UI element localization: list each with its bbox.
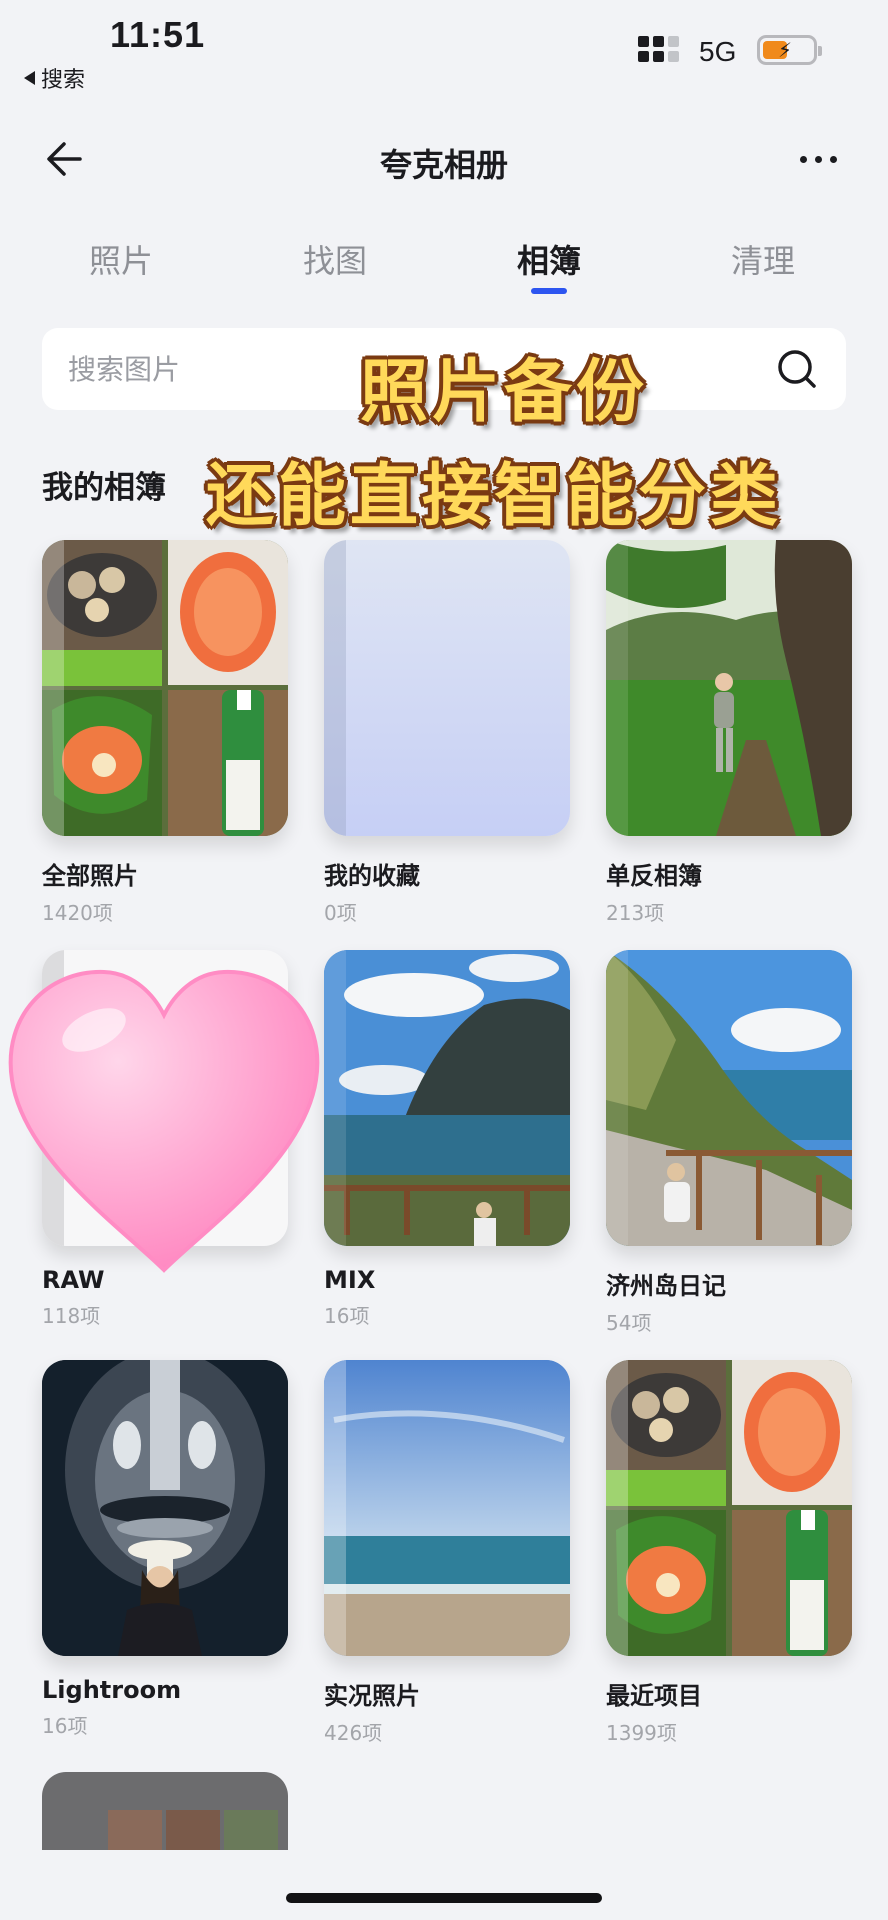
album-cover — [324, 540, 570, 836]
album-name: 最近项目 — [606, 1682, 702, 1710]
section-title: 我的相簿 — [42, 470, 166, 506]
album-jeju-diary[interactable]: 济州岛日记 54项 — [606, 950, 852, 1336]
tab-find[interactable]: 找图 — [228, 236, 442, 282]
album-count: 16项 — [42, 1714, 88, 1738]
album-name: 单反相簿 — [606, 862, 702, 890]
more-options-icon[interactable] — [800, 156, 837, 163]
album-cover — [324, 950, 570, 1246]
album-cover — [324, 1360, 570, 1656]
tab-photos[interactable]: 照片 — [14, 236, 228, 282]
album-cover — [606, 540, 852, 836]
tab-bar: 照片 找图 相簿 清理 — [0, 236, 888, 294]
overlay-caption-line1: 照片备份 — [360, 353, 649, 432]
album-name: 实况照片 — [324, 1682, 420, 1710]
album-mix[interactable]: MIX 16项 — [324, 950, 570, 1329]
album-cover — [42, 1360, 288, 1656]
heart-sticker-icon — [8, 969, 320, 1273]
home-indicator[interactable] — [286, 1893, 602, 1903]
tab-cleanup[interactable]: 清理 — [656, 236, 870, 282]
album-count: 1420项 — [42, 901, 113, 925]
search-icon[interactable] — [776, 348, 818, 390]
album-cover — [42, 540, 288, 836]
album-lightroom[interactable]: Lightroom 16项 — [42, 1360, 288, 1739]
back-to-app-link[interactable]: 搜索 — [24, 62, 85, 94]
album-count: 1399项 — [606, 1721, 677, 1745]
album-recent[interactable]: 最近项目 1399项 — [606, 1360, 852, 1746]
album-count: 0项 — [324, 901, 357, 925]
album-all-photos[interactable]: 全部照片 1420项 — [42, 540, 288, 926]
back-triangle-icon — [24, 71, 35, 85]
album-name: MIX — [324, 1266, 376, 1294]
album-count: 16项 — [324, 1304, 370, 1328]
album-count: 426项 — [324, 1721, 383, 1745]
album-cover — [606, 950, 852, 1246]
back-app-label: 搜索 — [41, 68, 86, 93]
album-name: 全部照片 — [42, 862, 138, 890]
signal-icon — [638, 36, 679, 62]
album-name: 我的收藏 — [324, 862, 420, 890]
album-count: 118项 — [42, 1304, 101, 1328]
battery-icon: ⚡ — [757, 35, 822, 65]
album-count: 213项 — [606, 901, 665, 925]
album-favorites[interactable]: 我的收藏 0项 — [324, 540, 570, 926]
album-cover-partial[interactable] — [42, 1772, 288, 1850]
status-time: 11:51 — [110, 14, 206, 55]
album-live-photos[interactable]: 实况照片 426项 — [324, 1360, 570, 1746]
overlay-caption-line2: 还能直接智能分类 — [206, 457, 783, 536]
album-name: 济州岛日记 — [606, 1272, 726, 1300]
tab-albums[interactable]: 相簿 — [442, 236, 656, 294]
album-dslr[interactable]: 单反相簿 213项 — [606, 540, 852, 926]
network-type: 5G — [699, 36, 737, 67]
album-cover — [606, 1360, 852, 1656]
album-name: Lightroom — [42, 1676, 182, 1704]
album-count: 54项 — [606, 1311, 652, 1335]
page-title: 夸克相册 — [379, 146, 508, 184]
